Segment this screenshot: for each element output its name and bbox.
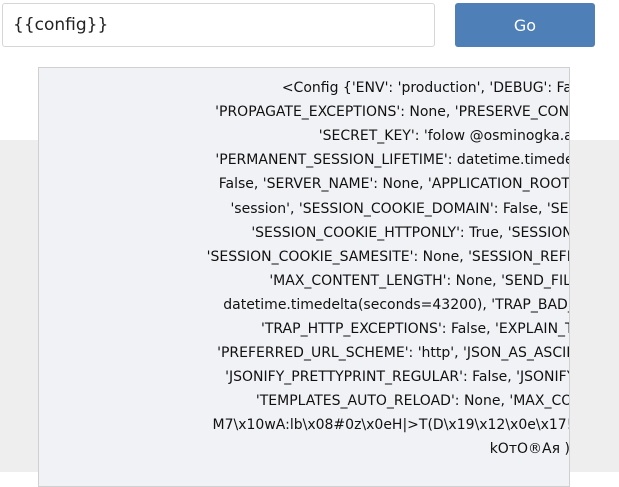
output-line: 'SESSION_COOKIE_HTTPONLY': True, 'SESSIO… [251, 225, 569, 241]
output-line: 'PERMANENT_SESSION_LIFETIME': datetime.t… [215, 152, 569, 168]
output-line: datetime.timedelta(seconds=43200), 'TRAP… [223, 297, 569, 313]
output-line: 'session', 'SESSION_COOKIE_DOMAIN': Fals… [230, 201, 569, 217]
output-line: 'SESSION_COOKIE_SAMESITE': None, 'SESSIO… [206, 249, 570, 265]
output-line: 'JSONIFY_PRETTYPRINT_REGULAR': False, 'J… [225, 369, 569, 385]
output-line: 'MAX_CONTENT_LENGTH': None, 'SEND_FILE_M… [269, 273, 569, 289]
output-line: kOтO®Aя )(oTeЛ@ ©4@$tьЯ [489, 441, 570, 457]
output-line: 'SECRET_KEY': 'folow @osminogka.ann on i… [318, 128, 569, 144]
output-line: 'PROPAGATE_EXCEPTIONS': None, 'PRESERVE_… [215, 104, 570, 120]
output-line: False, 'SERVER_NAME': None, 'APPLICATION… [218, 176, 570, 192]
output-line: 'PREFERRED_URL_SCHEME': 'http', 'JSON_AS… [217, 345, 570, 361]
output-line: <Config {'ENV': 'production', 'DEBUG': F… [281, 80, 569, 96]
output-line: 'TEMPLATES_AUTO_RELOAD': None, 'MAX_COOK… [255, 393, 569, 409]
output-card: <Config {'ENV': 'production', 'DEBUG': F… [38, 67, 570, 487]
go-button[interactable]: Go [455, 3, 595, 47]
template-input[interactable] [2, 3, 435, 47]
output-line: 'TRAP_HTTP_EXCEPTIONS': False, 'EXPLAIN_… [261, 321, 569, 337]
output-line: M7\x10wA:lb\x08#0z\x0eH|>T(D\x19\x12\x0e… [212, 417, 570, 433]
